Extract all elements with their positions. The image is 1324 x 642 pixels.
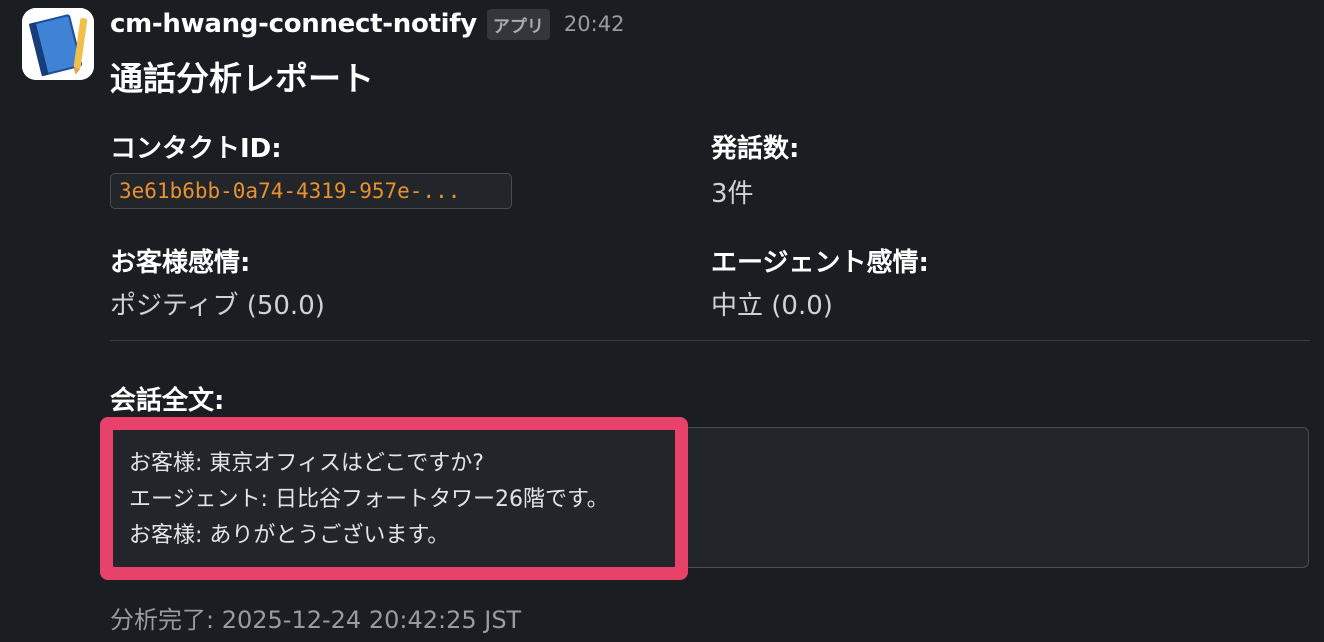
transcript-text: お客様: 東京オフィスはどこですか? エージェント: 日比谷フォートタワー26階…: [129, 446, 609, 554]
transcript-line: お客様: 東京オフィスはどこですか?: [129, 451, 484, 476]
section-divider: [110, 340, 1310, 341]
utterance-count-value: 3件: [711, 179, 754, 209]
transcript-label: 会話全文:: [110, 386, 225, 416]
slack-message: cm-hwang-connect-notify アプリ 20:42 通話分析レポ…: [0, 0, 1324, 642]
agent-sentiment-label: エージェント感情:: [711, 248, 929, 278]
utterance-count-label: 発話数:: [711, 134, 800, 164]
app-name-link[interactable]: cm-hwang-connect-notify: [110, 9, 477, 39]
app-badge: アプリ: [486, 8, 550, 40]
transcript-line: エージェント: 日比谷フォートタワー26階です。: [129, 487, 609, 512]
message-header: cm-hwang-connect-notify アプリ 20:42: [110, 6, 624, 42]
message-timestamp[interactable]: 20:42: [564, 12, 625, 36]
analysis-complete-footer: 分析完了: 2025-12-24 20:42:25 JST: [110, 606, 522, 634]
contact-id-code[interactable]: 3e61b6bb-0a74-4319-957e-...: [110, 173, 512, 209]
customer-sentiment-value: ポジティブ (50.0): [110, 291, 325, 321]
app-avatar[interactable]: [22, 8, 94, 80]
contact-id-label: コンタクトID:: [110, 134, 282, 164]
transcript-line: お客様: ありがとうございます。: [129, 523, 450, 548]
notebook-icon: [22, 8, 94, 80]
customer-sentiment-label: お客様感情:: [110, 248, 251, 278]
report-title: 通話分析レポート: [110, 59, 374, 98]
agent-sentiment-value: 中立 (0.0): [711, 291, 833, 321]
